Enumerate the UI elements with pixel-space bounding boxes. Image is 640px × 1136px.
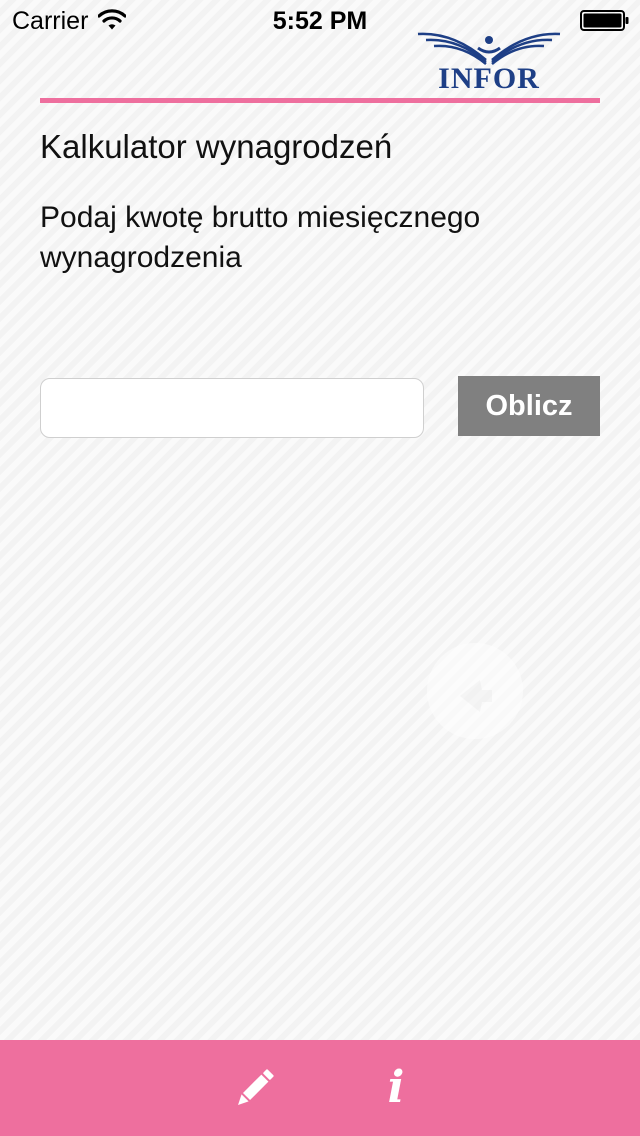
logo-wings-icon xyxy=(417,32,561,65)
battery-full-icon xyxy=(580,10,629,31)
pencil-icon xyxy=(238,1069,274,1105)
tab-info[interactable]: i xyxy=(368,1060,424,1116)
page-title: Kalkulator wynagrodzeń xyxy=(40,128,393,165)
logo-wordmark: INFOR xyxy=(438,62,540,95)
gross-amount-input[interactable] xyxy=(40,378,424,438)
amount-prompt: Podaj kwotę brutto miesięcznego wynagrod… xyxy=(40,201,481,274)
header-divider xyxy=(40,98,600,103)
info-icon: i xyxy=(387,1062,405,1113)
tab-edit[interactable] xyxy=(230,1060,280,1116)
calculate-button[interactable]: Oblicz xyxy=(458,376,600,436)
tab-bar: i xyxy=(0,1040,640,1136)
background-emblem-icon xyxy=(427,643,523,739)
infor-logo: INFOR xyxy=(414,30,564,96)
